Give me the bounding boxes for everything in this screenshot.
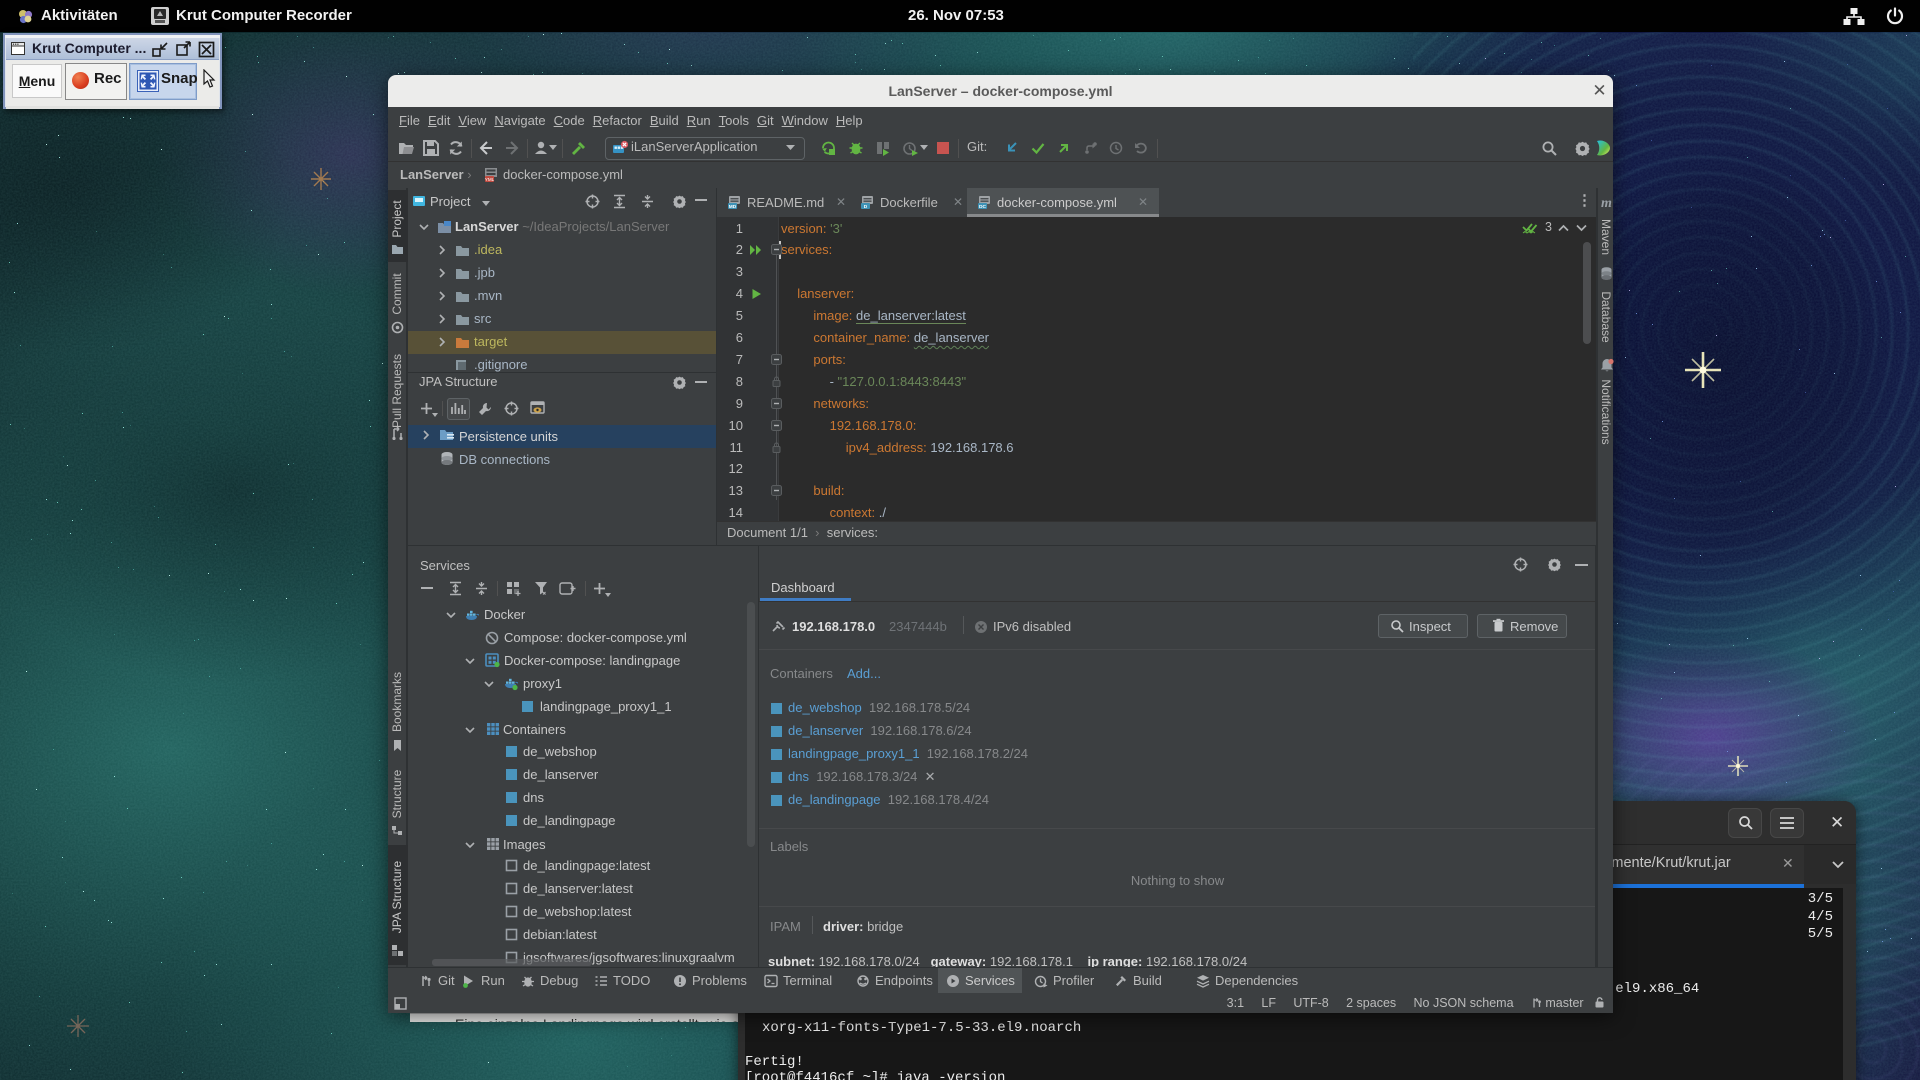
svg-text:MD: MD — [729, 204, 737, 210]
svg-text:DC: DC — [979, 204, 986, 210]
svg-text:YML: YML — [485, 177, 495, 182]
svg-text:D: D — [864, 204, 868, 210]
